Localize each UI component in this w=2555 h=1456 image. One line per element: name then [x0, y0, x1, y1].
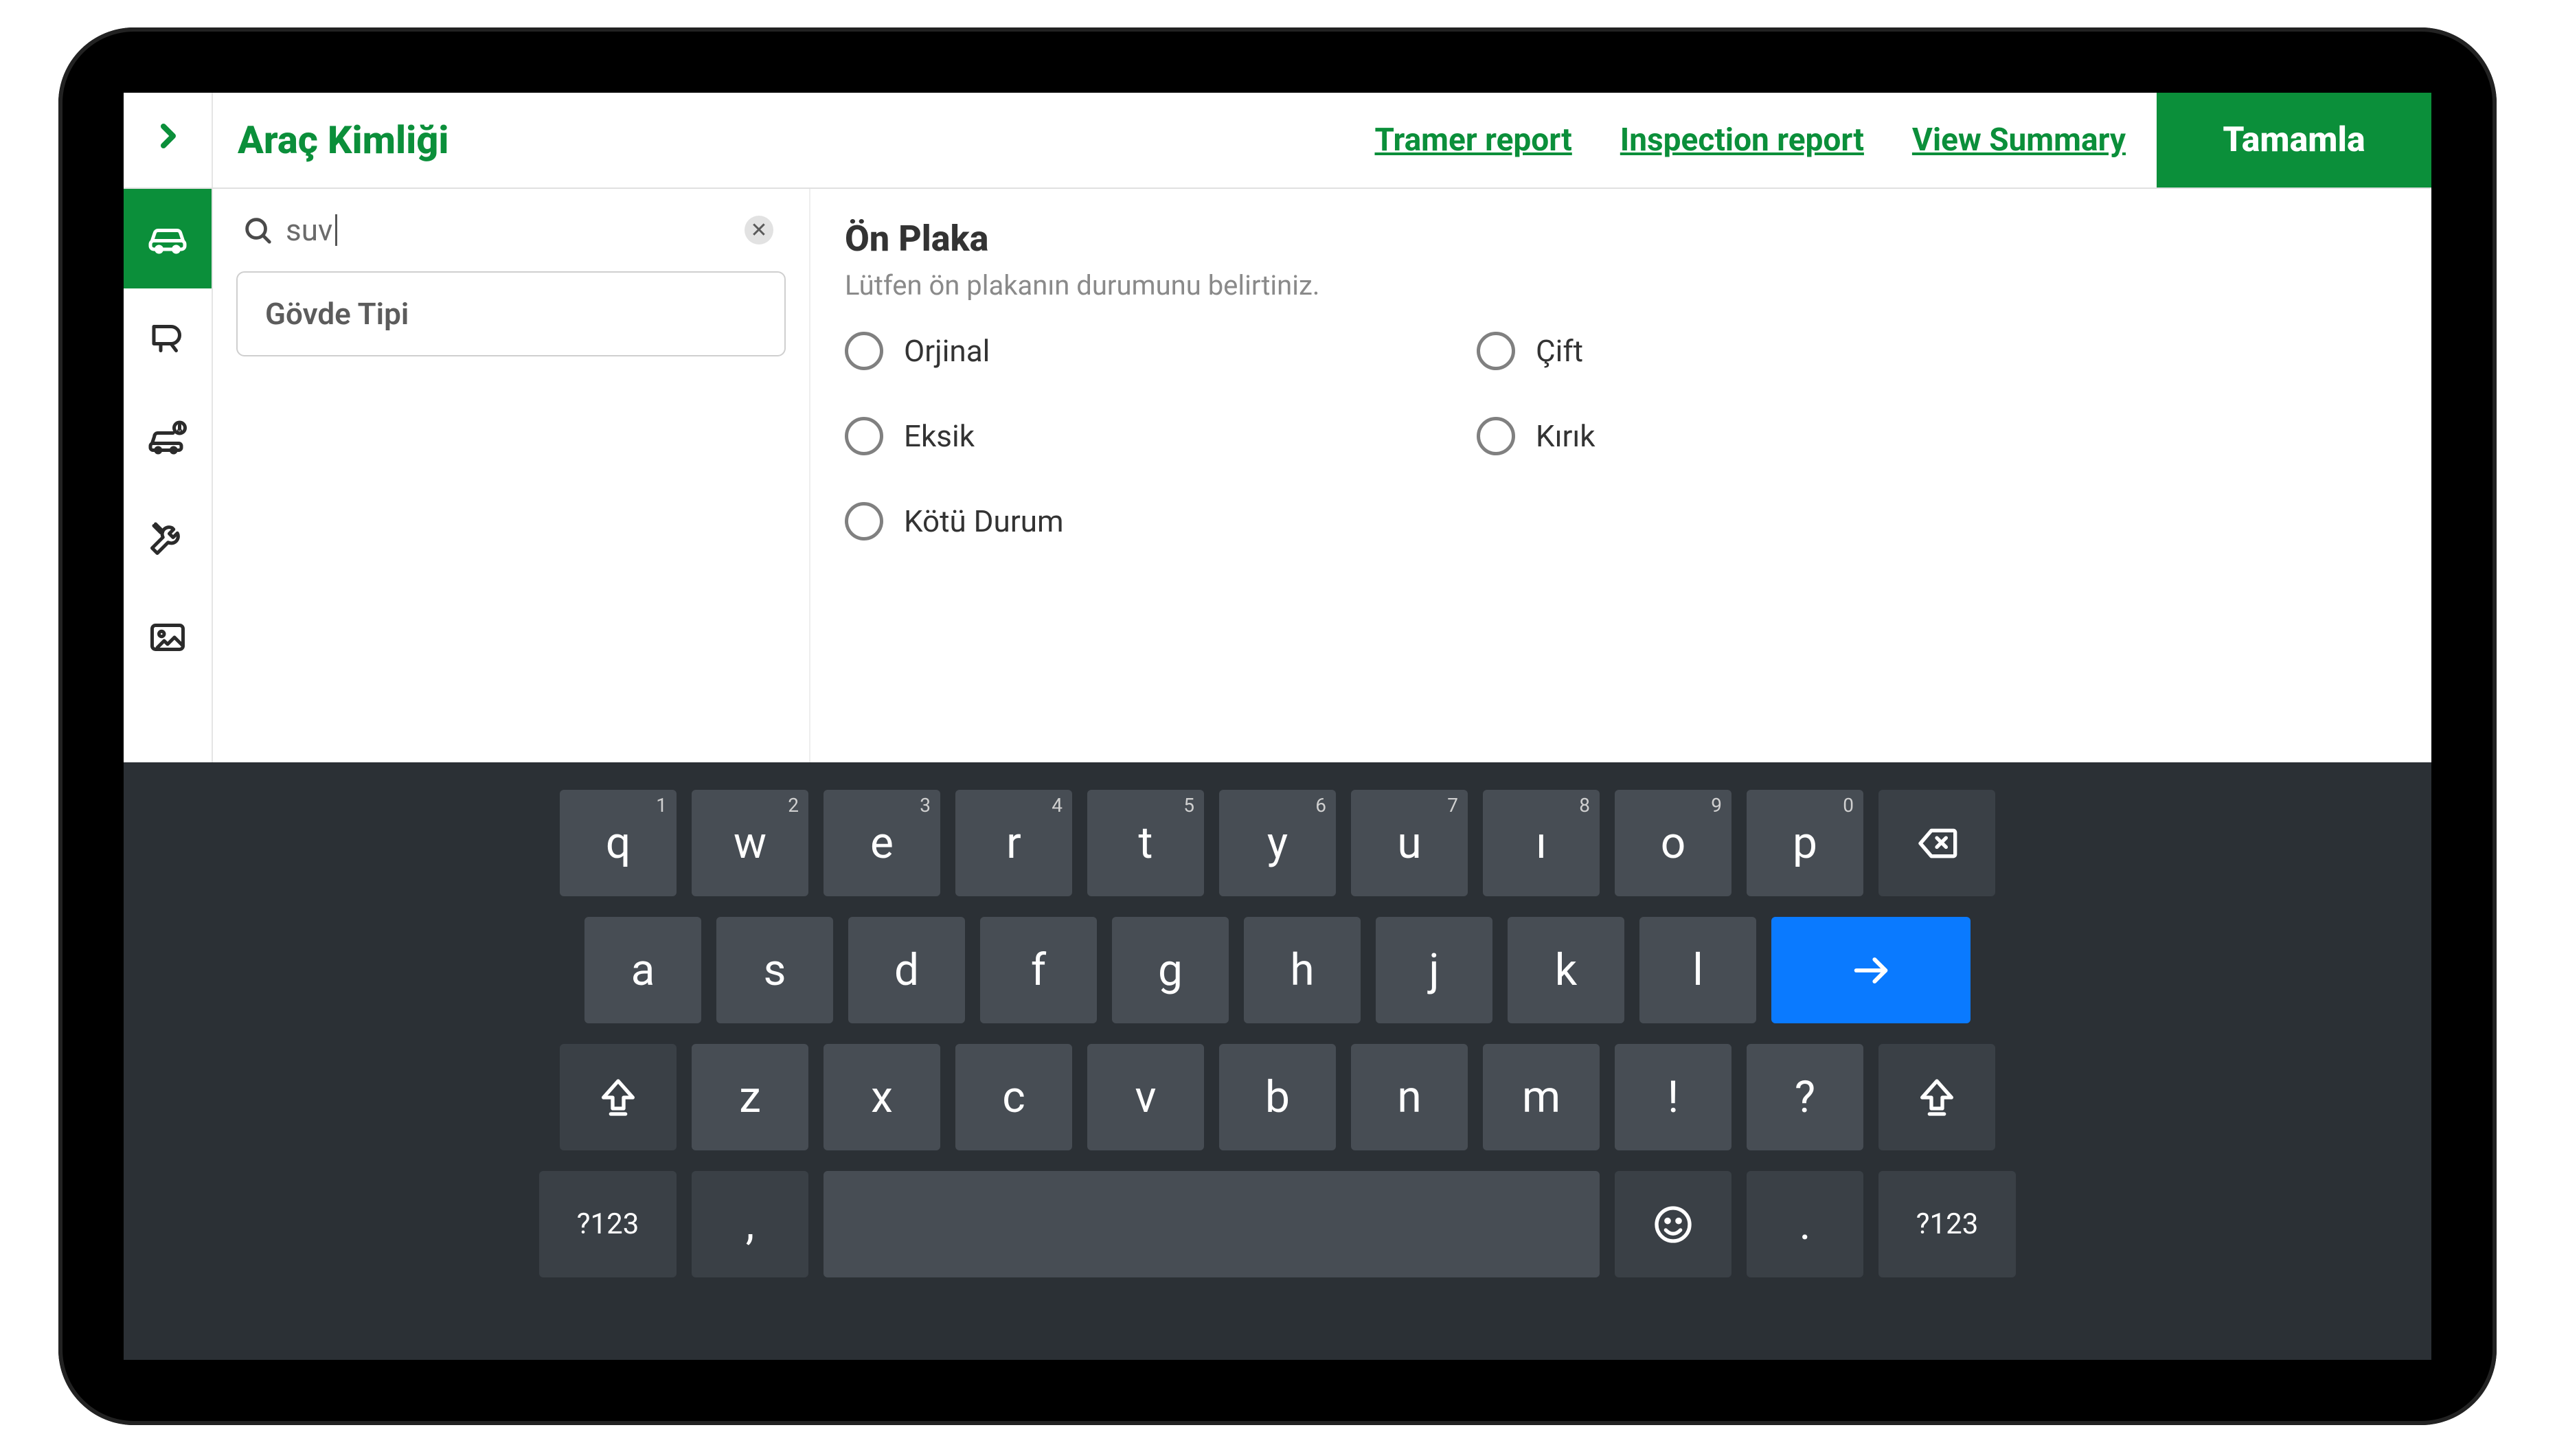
radio-circle-icon [1477, 417, 1515, 455]
radio-label: Orjinal [904, 333, 990, 369]
keyboard-row-4: ?123 , . ?123 [539, 1171, 2016, 1277]
radio-original[interactable]: Orjinal [845, 332, 1449, 370]
key-s[interactable]: s [716, 917, 833, 1023]
link-tramer-report[interactable]: Tramer report [1375, 122, 1572, 159]
radio-label: Çift [1536, 333, 1583, 369]
radio-circle-icon [845, 417, 883, 455]
car-alert-icon [147, 418, 188, 459]
key-l[interactable]: l [1639, 917, 1756, 1023]
key-v[interactable]: v [1087, 1044, 1204, 1150]
form-heading: Ön Plaka [845, 218, 2397, 260]
rail-item-car[interactable] [124, 189, 212, 288]
key-numswitch-left[interactable]: ?123 [539, 1171, 677, 1277]
damage-icon [147, 318, 188, 359]
key-o[interactable]: o9 [1615, 790, 1731, 896]
key-period[interactable]: . [1747, 1171, 1863, 1277]
key-w[interactable]: w2 [692, 790, 808, 896]
search-input-value: suv [286, 212, 332, 248]
rail-item-damage[interactable] [124, 288, 212, 388]
key-n[interactable]: n [1351, 1044, 1468, 1150]
search-suggestion[interactable]: Gövde Tipi [236, 271, 786, 356]
radio-group: Orjinal Çift Eksik Kırık [845, 332, 2081, 541]
key-shift-left[interactable] [560, 1044, 677, 1150]
radio-kirik[interactable]: Kırık [1477, 417, 2081, 455]
car-icon [147, 218, 188, 260]
key-shift-right[interactable] [1878, 1044, 1995, 1150]
key-e[interactable]: e3 [824, 790, 940, 896]
key-k[interactable]: k [1508, 917, 1624, 1023]
radio-eksik[interactable]: Eksik [845, 417, 1449, 455]
key-d[interactable]: d [848, 917, 965, 1023]
key-x[interactable]: x [824, 1044, 940, 1150]
search-input[interactable]: suv [286, 212, 732, 248]
key-r[interactable]: r4 [955, 790, 1072, 896]
key-i[interactable]: ı8 [1483, 790, 1600, 896]
key-q[interactable]: q1 [560, 790, 677, 896]
text-caret [335, 214, 337, 246]
expand-sidebar-button[interactable] [124, 93, 213, 187]
link-view-summary[interactable]: View Summary [1912, 122, 2126, 159]
clear-search-button[interactable]: ✕ [745, 216, 773, 244]
key-a[interactable]: a [584, 917, 701, 1023]
rail-item-tools[interactable] [124, 488, 212, 587]
title-area: Araç Kimliği Tramer report Inspection re… [213, 93, 2157, 187]
radio-circle-icon [845, 332, 883, 370]
key-z[interactable]: z [692, 1044, 808, 1150]
on-screen-keyboard: q1 w2 e3 r4 t5 y6 u7 ı8 o9 p0 a [124, 762, 2431, 1360]
backspace-icon [1915, 821, 1959, 865]
key-question[interactable]: ? [1747, 1044, 1863, 1150]
key-exclaim[interactable]: ! [1615, 1044, 1731, 1150]
header-links: Tramer report Inspection report View Sum… [1375, 122, 2157, 159]
key-f[interactable]: f [980, 917, 1097, 1023]
keyboard-row-2: a s d f g h j k l [584, 917, 1971, 1023]
radio-circle-icon [845, 502, 883, 541]
key-p[interactable]: p0 [1747, 790, 1863, 896]
key-u[interactable]: u7 [1351, 790, 1468, 896]
key-y[interactable]: y6 [1219, 790, 1336, 896]
key-enter[interactable] [1771, 917, 1971, 1023]
key-emoji[interactable] [1615, 1171, 1731, 1277]
top-bar: Araç Kimliği Tramer report Inspection re… [124, 93, 2431, 189]
rail-item-image[interactable] [124, 587, 212, 687]
shift-icon [596, 1076, 640, 1119]
key-g[interactable]: g [1112, 917, 1229, 1023]
complete-button[interactable]: Tamamla [2157, 93, 2431, 187]
shift-icon [1915, 1076, 1959, 1119]
screen: Araç Kimliği Tramer report Inspection re… [124, 93, 2431, 1360]
rail-item-car-alert[interactable] [124, 388, 212, 488]
radio-label: Kötü Durum [904, 503, 1064, 539]
radio-label: Eksik [904, 418, 975, 454]
keyboard-row-3: z x c v b n m ! ? [560, 1044, 1995, 1150]
search-icon [242, 214, 273, 246]
tablet-frame: Araç Kimliği Tramer report Inspection re… [58, 27, 2497, 1425]
radio-cift[interactable]: Çift [1477, 332, 2081, 370]
emoji-icon [1651, 1203, 1695, 1247]
key-h[interactable]: h [1244, 917, 1361, 1023]
key-t[interactable]: t5 [1087, 790, 1204, 896]
arrow-right-icon [1849, 948, 1893, 992]
key-space[interactable] [824, 1171, 1600, 1277]
key-j[interactable]: j [1376, 917, 1492, 1023]
key-m[interactable]: m [1483, 1044, 1600, 1150]
page-title: Araç Kimliği [238, 117, 449, 163]
key-comma[interactable]: , [692, 1171, 808, 1277]
key-numswitch-right[interactable]: ?123 [1878, 1171, 2016, 1277]
key-c[interactable]: c [955, 1044, 1072, 1150]
radio-label: Kırık [1536, 418, 1596, 454]
key-b[interactable]: b [1219, 1044, 1336, 1150]
search-row: suv ✕ [229, 205, 793, 267]
close-icon: ✕ [750, 218, 767, 242]
tools-icon [147, 517, 188, 558]
radio-circle-icon [1477, 332, 1515, 370]
form-subtitle: Lütfen ön plakanın durumunu belirtiniz. [845, 269, 2397, 302]
keyboard-row-1: q1 w2 e3 r4 t5 y6 u7 ı8 o9 p0 [560, 790, 1995, 896]
chevron-right-icon [151, 120, 184, 161]
image-icon [147, 617, 188, 658]
radio-kotu-durum[interactable]: Kötü Durum [845, 502, 1449, 541]
key-backspace[interactable] [1878, 790, 1995, 896]
link-inspection-report[interactable]: Inspection report [1620, 122, 1864, 159]
